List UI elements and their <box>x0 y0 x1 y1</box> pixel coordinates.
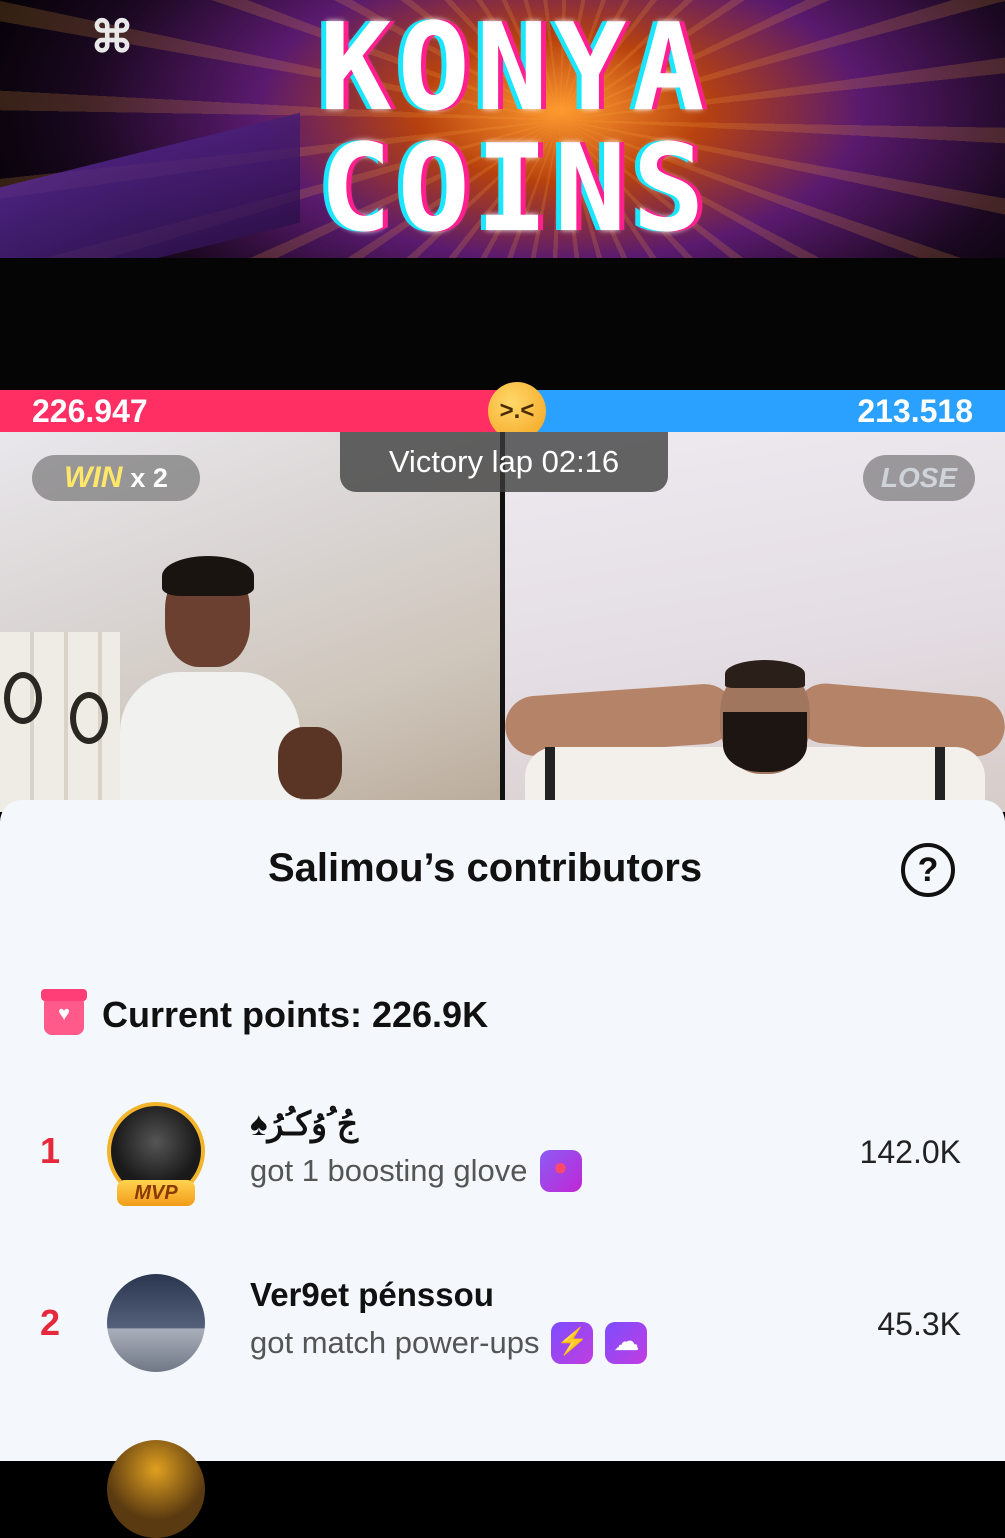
contributor-row[interactable]: 1 MVP ♠جُ ُوُكـُرُ got 1 boosting glove … <box>0 1102 1005 1222</box>
lightning-icon <box>551 1322 594 1364</box>
win-badge: WIN x 2 <box>32 455 200 501</box>
gift-icon <box>41 989 87 1035</box>
cloud-icon <box>605 1322 648 1364</box>
mvp-badge: MVP <box>117 1180 195 1206</box>
curtain-pattern <box>4 672 42 724</box>
contributor-description-text: got 1 boosting glove <box>250 1153 528 1188</box>
contributor-rank: 2 <box>40 1302 61 1343</box>
left-host-person <box>120 552 350 812</box>
host-hair <box>725 660 805 688</box>
curtain-pattern <box>70 692 108 744</box>
contributor-score: 142.0K <box>859 1134 961 1170</box>
banner-title-line2: COINS <box>319 120 711 259</box>
curtain <box>0 632 120 812</box>
win-multiplier: x 2 <box>130 462 168 493</box>
host-beard <box>723 712 807 772</box>
contributor-rank: 1 <box>40 1130 61 1171</box>
contributor-description: got 1 boosting glove <box>250 1150 582 1192</box>
right-score: 213.518 <box>857 393 973 429</box>
contributor-score: 45.3K <box>877 1306 961 1342</box>
left-score: 226.947 <box>32 393 148 429</box>
contributor-name: Ver9et pénssou <box>250 1276 494 1313</box>
contributor-row[interactable]: 2 Ver9et pénssou got match power-ups 45.… <box>0 1274 1005 1394</box>
contributor-description-text: got match power-ups <box>250 1325 540 1360</box>
host-fist <box>278 727 342 799</box>
current-points: Current points: 226.9K <box>41 989 489 1037</box>
win-label: WIN <box>64 461 123 494</box>
current-points-label: Current points: 226.9K <box>102 994 489 1035</box>
host-shirt <box>120 672 300 812</box>
host-hair <box>162 556 254 596</box>
contributor-description: got match power-ups <box>250 1322 648 1364</box>
lose-badge: LOSE <box>863 455 975 501</box>
victory-lap-timer: Victory lap 02:16 <box>340 432 668 492</box>
help-icon[interactable]: ? <box>901 843 955 897</box>
boosting-glove-icon <box>539 1150 582 1192</box>
avatar[interactable] <box>107 1440 205 1538</box>
banner-dark-area <box>0 258 1005 390</box>
top-banner: ⌘ KONYA COINS <box>0 0 1005 390</box>
avatar[interactable] <box>107 1274 205 1372</box>
sheet-title: Salimou’s contributors <box>267 846 703 890</box>
banner-title-line1: KONYA <box>319 0 711 138</box>
right-host-person <box>505 652 1005 812</box>
contributors-sheet: Salimou’s contributors ? Current points:… <box>0 800 1005 1461</box>
capcut-icon: ⌘ <box>90 13 134 62</box>
contributor-name: ♠جُ ُوُكـُرُ <box>250 1105 359 1142</box>
